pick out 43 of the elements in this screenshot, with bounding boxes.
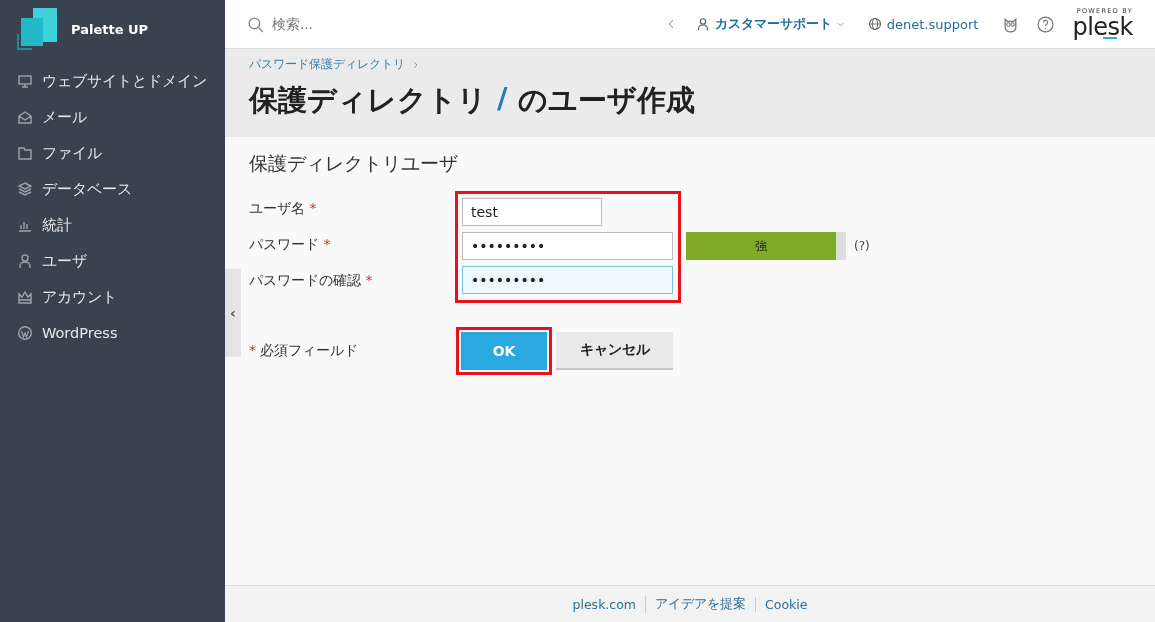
nav-item[interactable]: WordPress: [0, 315, 225, 351]
nav-item[interactable]: 統計: [0, 207, 225, 243]
section-title: 保護ディレクトリユーザ: [249, 151, 459, 176]
field-label: ユーザ名 *: [249, 199, 318, 218]
nav-item[interactable]: データベース: [0, 171, 225, 207]
globe-icon: [867, 17, 882, 31]
wordpress-icon: [17, 325, 33, 341]
breadcrumb-link[interactable]: パスワード保護ディレクトリ: [249, 56, 405, 73]
required-note: * 必須フィールド: [249, 342, 360, 360]
input-field[interactable]: test: [462, 198, 602, 226]
help-icon[interactable]: [1037, 15, 1055, 33]
nav-item[interactable]: アカウント: [0, 279, 225, 315]
user-menu[interactable]: カスタマーサポート: [695, 15, 844, 33]
input-field[interactable]: •••••••••: [462, 266, 673, 294]
nav-item[interactable]: ウェブサイトとドメイン: [0, 63, 225, 99]
input-field[interactable]: •••••••••: [462, 232, 673, 260]
nav-item[interactable]: メール: [0, 99, 225, 135]
nav-item[interactable]: ファイル: [0, 135, 225, 171]
strength-fill: 強: [686, 232, 837, 260]
layers-icon: [17, 181, 33, 197]
footer-link[interactable]: Cookie: [755, 596, 817, 612]
envelope-icon: [17, 109, 33, 125]
user-icon: [17, 253, 33, 269]
field-label: パスワードの確認 *: [249, 271, 374, 290]
help-link[interactable]: (?): [854, 239, 870, 253]
footer-link[interactable]: plesk.com: [563, 596, 646, 612]
footer-link[interactable]: アイデアを提案: [645, 595, 756, 613]
chevron-down-icon: [836, 21, 844, 27]
brand-name: Palette UP: [71, 21, 149, 37]
crown-icon: [17, 289, 33, 305]
logo-icon: [17, 8, 59, 50]
search-icon: [247, 15, 264, 33]
field-label: パスワード *: [249, 235, 332, 254]
page-title: 保護ディレクトリ / のユーザ作成: [249, 81, 696, 119]
user-icon: [695, 17, 710, 31]
monitor-icon: [17, 73, 33, 89]
domain-link[interactable]: denet.support: [867, 16, 979, 32]
folder-icon: [17, 145, 33, 161]
search-field[interactable]: 検索...: [270, 15, 474, 33]
collapse-sidebar-button[interactable]: ‹: [225, 269, 241, 357]
nav-item[interactable]: ユーザ: [0, 243, 225, 279]
chevron-right-icon: [413, 60, 418, 69]
cancel-button[interactable]: キャンセル: [556, 332, 673, 370]
